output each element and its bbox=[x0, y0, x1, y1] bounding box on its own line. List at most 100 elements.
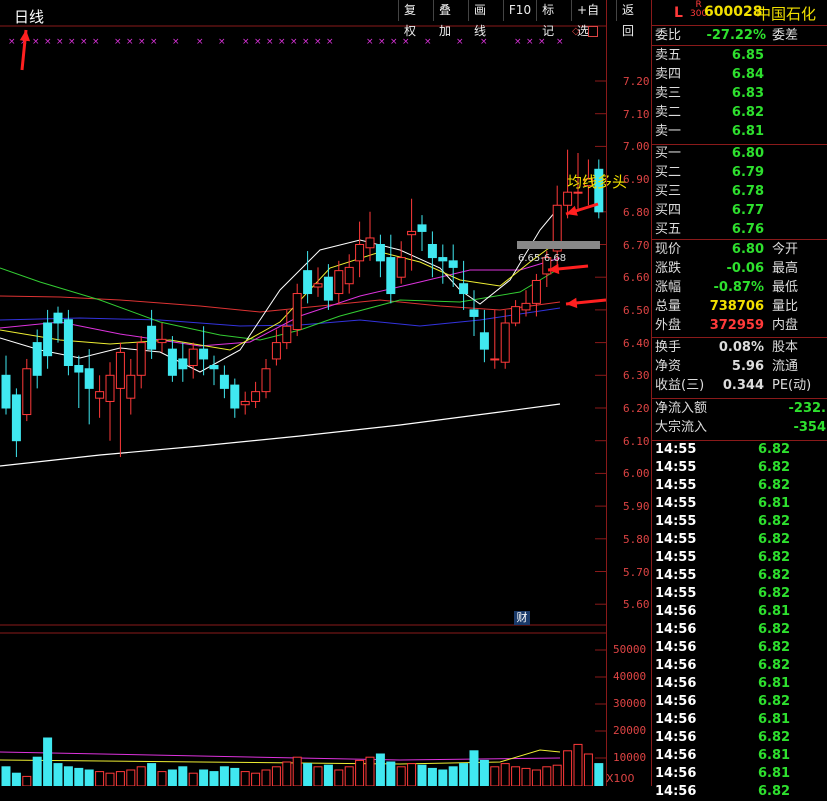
bid-row[interactable]: 买三 6.78 bbox=[654, 183, 826, 201]
fuquan-button[interactable]: 复权 bbox=[398, 0, 433, 38]
moving-average-line bbox=[0, 403, 561, 467]
ask-row[interactable]: 卖四 6.84 bbox=[654, 66, 826, 84]
bid-row[interactable]: 买四 6.77 bbox=[654, 202, 826, 220]
fundamental-label-2: PE(动) bbox=[772, 378, 812, 393]
bid-price: 6.79 bbox=[731, 165, 764, 180]
tick-row: 14:55 6.82 bbox=[654, 441, 826, 459]
volume-bar bbox=[261, 769, 271, 786]
tick-time: 14:55 bbox=[655, 442, 697, 457]
tick-row: 14:55 6.82 bbox=[654, 531, 826, 549]
ask-label: 卖二 bbox=[655, 105, 682, 120]
event-marker: × bbox=[378, 37, 386, 47]
tick-time: 14:55 bbox=[655, 550, 697, 565]
volume-tick-label: 40000 bbox=[613, 670, 647, 683]
tick-price: 6.82 bbox=[758, 532, 791, 547]
candle-body bbox=[531, 279, 541, 304]
volume-bar bbox=[43, 737, 53, 786]
volume-bar bbox=[240, 771, 250, 786]
tick-price: 6.82 bbox=[758, 442, 791, 457]
event-marker: × bbox=[150, 37, 158, 47]
event-marker: × bbox=[556, 37, 564, 47]
ask-row[interactable]: 卖三 6.83 bbox=[654, 85, 826, 103]
tick-time: 14:56 bbox=[655, 622, 697, 637]
draw-line-button[interactable]: 画线 bbox=[467, 0, 503, 38]
candle-body bbox=[303, 270, 313, 295]
candle-body bbox=[22, 368, 32, 416]
volume-bar bbox=[375, 753, 385, 786]
price-tick-label: 6.60 bbox=[623, 271, 650, 285]
fundamental-label: 净资 bbox=[655, 359, 682, 374]
bid-row[interactable]: 买五 6.76 bbox=[654, 221, 826, 239]
mark-button[interactable]: 标记 bbox=[536, 0, 571, 38]
ask-row[interactable]: 卖五 6.85 bbox=[654, 47, 826, 65]
tick-time: 14:55 bbox=[655, 496, 697, 511]
bid-row[interactable]: 买二 6.79 bbox=[654, 164, 826, 182]
event-marker: × bbox=[314, 37, 322, 47]
volume-bar bbox=[105, 772, 115, 786]
tick-price: 6.82 bbox=[758, 478, 791, 493]
event-marker: × bbox=[290, 37, 298, 47]
candle-body bbox=[438, 257, 448, 262]
volume-bar bbox=[323, 764, 333, 786]
diamond-icon[interactable]: ◇ bbox=[572, 26, 580, 37]
kline-chart-canvas[interactable]: ×××××××××××××××××××××××××××××××××× bbox=[0, 0, 651, 786]
stat-row: 涨跌 -0.06 最高 bbox=[654, 260, 826, 278]
event-marker: × bbox=[526, 37, 534, 47]
bid-label: 买四 bbox=[655, 203, 682, 218]
f10-button[interactable]: F10 bbox=[502, 0, 536, 21]
tick-price: 6.81 bbox=[758, 766, 791, 781]
tick-time: 14:55 bbox=[655, 568, 697, 583]
candle-body bbox=[178, 358, 188, 370]
stat-label-2: 最高 bbox=[772, 261, 799, 276]
candle-body bbox=[375, 244, 385, 262]
ask-row[interactable]: 卖一 6.81 bbox=[654, 123, 826, 141]
volume-bar bbox=[84, 769, 94, 786]
tick-time: 14:56 bbox=[655, 712, 697, 727]
stat-label: 现价 bbox=[655, 242, 682, 257]
event-marker: × bbox=[196, 37, 204, 47]
volume-bar bbox=[188, 772, 198, 786]
weibi-label: 委比 bbox=[655, 28, 682, 43]
finance-marker[interactable]: 财 bbox=[514, 611, 530, 625]
volume-bar bbox=[583, 753, 593, 786]
market-tag: L bbox=[674, 5, 683, 21]
candle-body bbox=[282, 325, 292, 344]
price-tick-label: 6.80 bbox=[623, 205, 650, 219]
window-toggle-icon[interactable] bbox=[588, 26, 598, 37]
event-marker: × bbox=[114, 37, 122, 47]
tick-time: 14:56 bbox=[655, 730, 697, 745]
volume-bar bbox=[126, 769, 136, 786]
event-marker: × bbox=[80, 37, 88, 47]
volume-bar bbox=[469, 750, 479, 786]
tick-time: 14:56 bbox=[655, 658, 697, 673]
bid-label: 买五 bbox=[655, 222, 682, 237]
tick-price: 6.82 bbox=[758, 730, 791, 745]
volume-bar bbox=[438, 769, 448, 786]
tick-row: 14:56 6.81 bbox=[654, 603, 826, 621]
tick-price: 6.82 bbox=[758, 460, 791, 475]
ask-label: 卖三 bbox=[655, 86, 682, 101]
volume-bar bbox=[542, 766, 552, 786]
stat-value: 372959 bbox=[709, 318, 764, 333]
fundamental-label-2: 流通 bbox=[772, 359, 799, 374]
bid-row[interactable]: 买一 6.80 bbox=[654, 145, 826, 163]
price-tick-label: 6.20 bbox=[623, 402, 650, 415]
candle-body bbox=[344, 266, 354, 285]
price-tick-label: 7.20 bbox=[623, 75, 650, 88]
tick-row: 14:56 6.81 bbox=[654, 765, 826, 783]
candle-body bbox=[199, 348, 209, 360]
fundamental-label-2: 股本 bbox=[772, 340, 799, 355]
price-tick-label: 6.50 bbox=[623, 303, 650, 317]
ask-row[interactable]: 卖二 6.82 bbox=[654, 104, 826, 122]
fundamental-row: 换手 0.08% 股本 bbox=[654, 339, 826, 357]
volume-bar bbox=[1, 766, 11, 786]
tick-time: 14:55 bbox=[655, 586, 697, 601]
tick-time: 14:55 bbox=[655, 514, 697, 529]
volume-bar bbox=[573, 743, 583, 786]
kline-chart[interactable]: ×××××××××××××××××××××××××××××××××× 日线 复权… bbox=[0, 0, 651, 786]
volume-tick-label: 20000 bbox=[613, 724, 647, 737]
overlay-button[interactable]: 叠加 bbox=[432, 0, 468, 38]
ask-price: 6.84 bbox=[731, 67, 764, 82]
event-marker: × bbox=[266, 37, 274, 47]
fundamental-row: 净资 5.96 流通 bbox=[654, 358, 826, 376]
